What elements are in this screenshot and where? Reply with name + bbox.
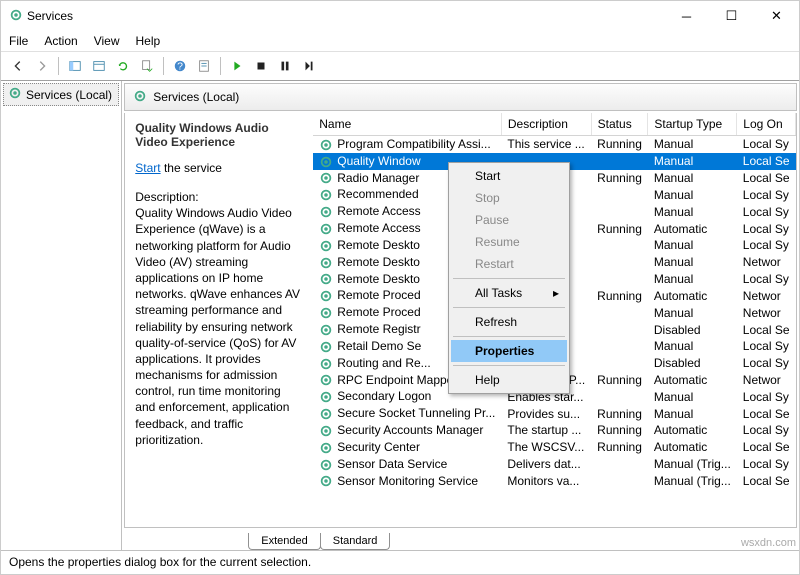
chevron-right-icon: ▸ — [553, 286, 559, 300]
gear-icon — [319, 272, 333, 286]
gear-icon — [319, 256, 333, 270]
description-label: Description: — [135, 189, 303, 205]
description-text: Quality Windows Audio Video Experience (… — [135, 205, 303, 448]
gear-icon — [319, 407, 333, 421]
menu-help[interactable]: Help — [136, 34, 161, 48]
gear-icon — [319, 155, 333, 169]
stop-service-button[interactable] — [250, 55, 272, 77]
window-title: Services — [23, 9, 664, 23]
back-button[interactable] — [7, 55, 29, 77]
gear-icon — [133, 89, 147, 106]
gear-icon — [319, 441, 333, 455]
table-row[interactable]: Sensor Data ServiceDelivers dat...Manual… — [313, 456, 795, 473]
gear-icon — [319, 289, 333, 303]
pane-header: Services (Local) — [124, 83, 797, 111]
col-name[interactable]: Name — [313, 113, 501, 136]
forward-button[interactable] — [31, 55, 53, 77]
show-hide-button[interactable] — [64, 55, 86, 77]
watermark: wsxdn.com — [741, 537, 796, 549]
svg-text:?: ? — [177, 61, 183, 73]
ctx-pause[interactable]: Pause — [451, 209, 567, 231]
ctx-resume[interactable]: Resume — [451, 231, 567, 253]
col-logon[interactable]: Log On — [737, 113, 796, 136]
detail-title: Quality Windows Audio Video Experience — [135, 121, 303, 149]
gear-icon — [319, 458, 333, 472]
table-row[interactable]: Security CenterThe WSCSV...RunningAutoma… — [313, 439, 795, 456]
tree-pane: Services (Local) — [1, 81, 122, 550]
view-tabs: Extended Standard — [122, 528, 799, 550]
table-row[interactable]: Security Accounts ManagerThe startup ...… — [313, 422, 795, 439]
ctx-help[interactable]: Help — [451, 369, 567, 391]
tree-item-label: Services (Local) — [26, 88, 112, 102]
details-button[interactable] — [88, 55, 110, 77]
gear-icon — [319, 222, 333, 236]
menu-file[interactable]: File — [9, 34, 28, 48]
gear-icon — [319, 390, 333, 404]
close-button[interactable]: ✕ — [754, 2, 799, 30]
pane-header-title: Services (Local) — [153, 90, 239, 104]
tree-item-services-local[interactable]: Services (Local) — [3, 83, 119, 106]
help-button[interactable]: ? — [169, 55, 191, 77]
gear-icon — [319, 474, 333, 488]
ctx-properties[interactable]: Properties — [451, 340, 567, 362]
gear-icon — [319, 171, 333, 185]
col-description[interactable]: Description — [501, 113, 591, 136]
context-menu: Start Stop Pause Resume Restart All Task… — [448, 162, 570, 394]
menu-action[interactable]: Action — [44, 34, 77, 48]
col-startup[interactable]: Startup Type — [648, 113, 737, 136]
gear-icon — [8, 86, 22, 103]
table-row[interactable]: Sensor Monitoring ServiceMonitors va...M… — [313, 473, 795, 490]
menu-view[interactable]: View — [94, 34, 120, 48]
start-service-link[interactable]: Start — [135, 161, 160, 175]
ctx-start[interactable]: Start — [451, 165, 567, 187]
gear-icon — [319, 323, 333, 337]
detail-panel: Quality Windows Audio Video Experience S… — [125, 113, 313, 527]
gear-icon — [319, 373, 333, 387]
gear-icon — [319, 357, 333, 371]
gear-icon — [319, 188, 333, 202]
toolbar: ? — [1, 51, 799, 81]
table-row[interactable]: Program Compatibility Assi...This servic… — [313, 136, 795, 153]
gear-icon — [319, 306, 333, 320]
status-bar: Opens the properties dialog box for the … — [1, 550, 799, 572]
ctx-refresh[interactable]: Refresh — [451, 311, 567, 333]
gear-icon — [319, 239, 333, 253]
restart-service-button[interactable] — [298, 55, 320, 77]
status-text: Opens the properties dialog box for the … — [9, 555, 311, 569]
tab-extended[interactable]: Extended — [248, 533, 320, 550]
gear-icon — [319, 205, 333, 219]
minimize-button[interactable]: ─ — [664, 2, 709, 30]
menubar: File Action View Help — [1, 31, 799, 51]
gear-icon — [319, 138, 333, 152]
ctx-all-tasks[interactable]: All Tasks▸ — [451, 282, 567, 304]
start-service-button[interactable] — [226, 55, 248, 77]
tab-standard[interactable]: Standard — [320, 533, 391, 550]
gear-icon — [319, 340, 333, 354]
pause-service-button[interactable] — [274, 55, 296, 77]
ctx-restart[interactable]: Restart — [451, 253, 567, 275]
gear-icon — [319, 424, 333, 438]
ctx-stop[interactable]: Stop — [451, 187, 567, 209]
table-row[interactable]: Secure Socket Tunneling Pr...Provides su… — [313, 405, 795, 422]
app-icon — [9, 8, 23, 25]
export-button[interactable] — [136, 55, 158, 77]
properties-button[interactable] — [193, 55, 215, 77]
col-status[interactable]: Status — [591, 113, 648, 136]
titlebar: Services ─ ☐ ✕ — [1, 1, 799, 31]
maximize-button[interactable]: ☐ — [709, 2, 754, 30]
refresh-button[interactable] — [112, 55, 134, 77]
